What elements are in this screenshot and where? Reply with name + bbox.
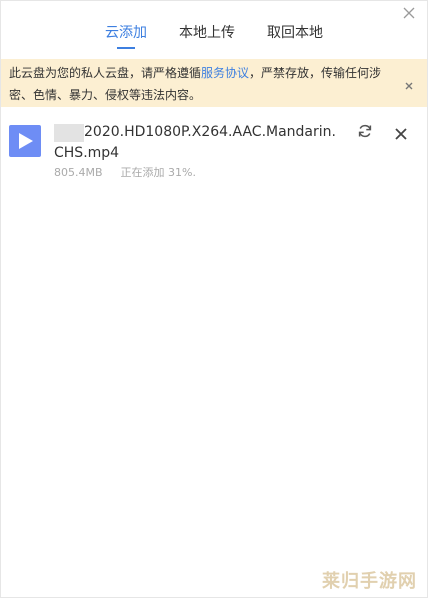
task-status: 正在添加 31%. [120, 166, 196, 179]
service-agreement-link[interactable]: 服务协议 [201, 66, 249, 80]
notice-text-before: 此云盘为您的私人云盘，请严格遵循 [9, 66, 202, 80]
task-meta: 805.4MB 正在添加 31%. [54, 164, 196, 180]
tab-local-upload[interactable]: 本地上传 [179, 1, 235, 49]
refresh-icon [358, 124, 372, 138]
tab-bar: 云添加 本地上传 取回本地 [1, 1, 427, 59]
tab-retrieve-local[interactable]: 取回本地 [267, 1, 323, 49]
task-filename: 2020.HD1080P.X264.AAC.Mandarin.CHS.mp4 [54, 124, 336, 161]
tab-cloud-add[interactable]: 云添加 [105, 1, 147, 49]
cancel-task-button[interactable] [395, 125, 407, 140]
watermark-logo: 莱归手游网 [322, 571, 417, 592]
task-item: 2020.HD1080P.X264.AAC.Mandarin.CHS.mp4 8… [9, 122, 427, 182]
task-size: 805.4MB [54, 166, 103, 179]
retry-button[interactable] [357, 123, 373, 139]
notice-close-button[interactable] [403, 77, 415, 90]
upload-dialog: 云添加 本地上传 取回本地 此云盘为您的私人云盘，请严格遵循服务协议，严禁存放，… [0, 0, 428, 598]
notice-banner: 此云盘为您的私人云盘，请严格遵循服务协议，严禁存放，传输任何涉密、色情、暴力、侵… [1, 59, 427, 107]
video-file-icon [9, 125, 41, 157]
play-icon [19, 133, 33, 149]
close-icon [405, 82, 413, 90]
close-icon [395, 128, 407, 140]
